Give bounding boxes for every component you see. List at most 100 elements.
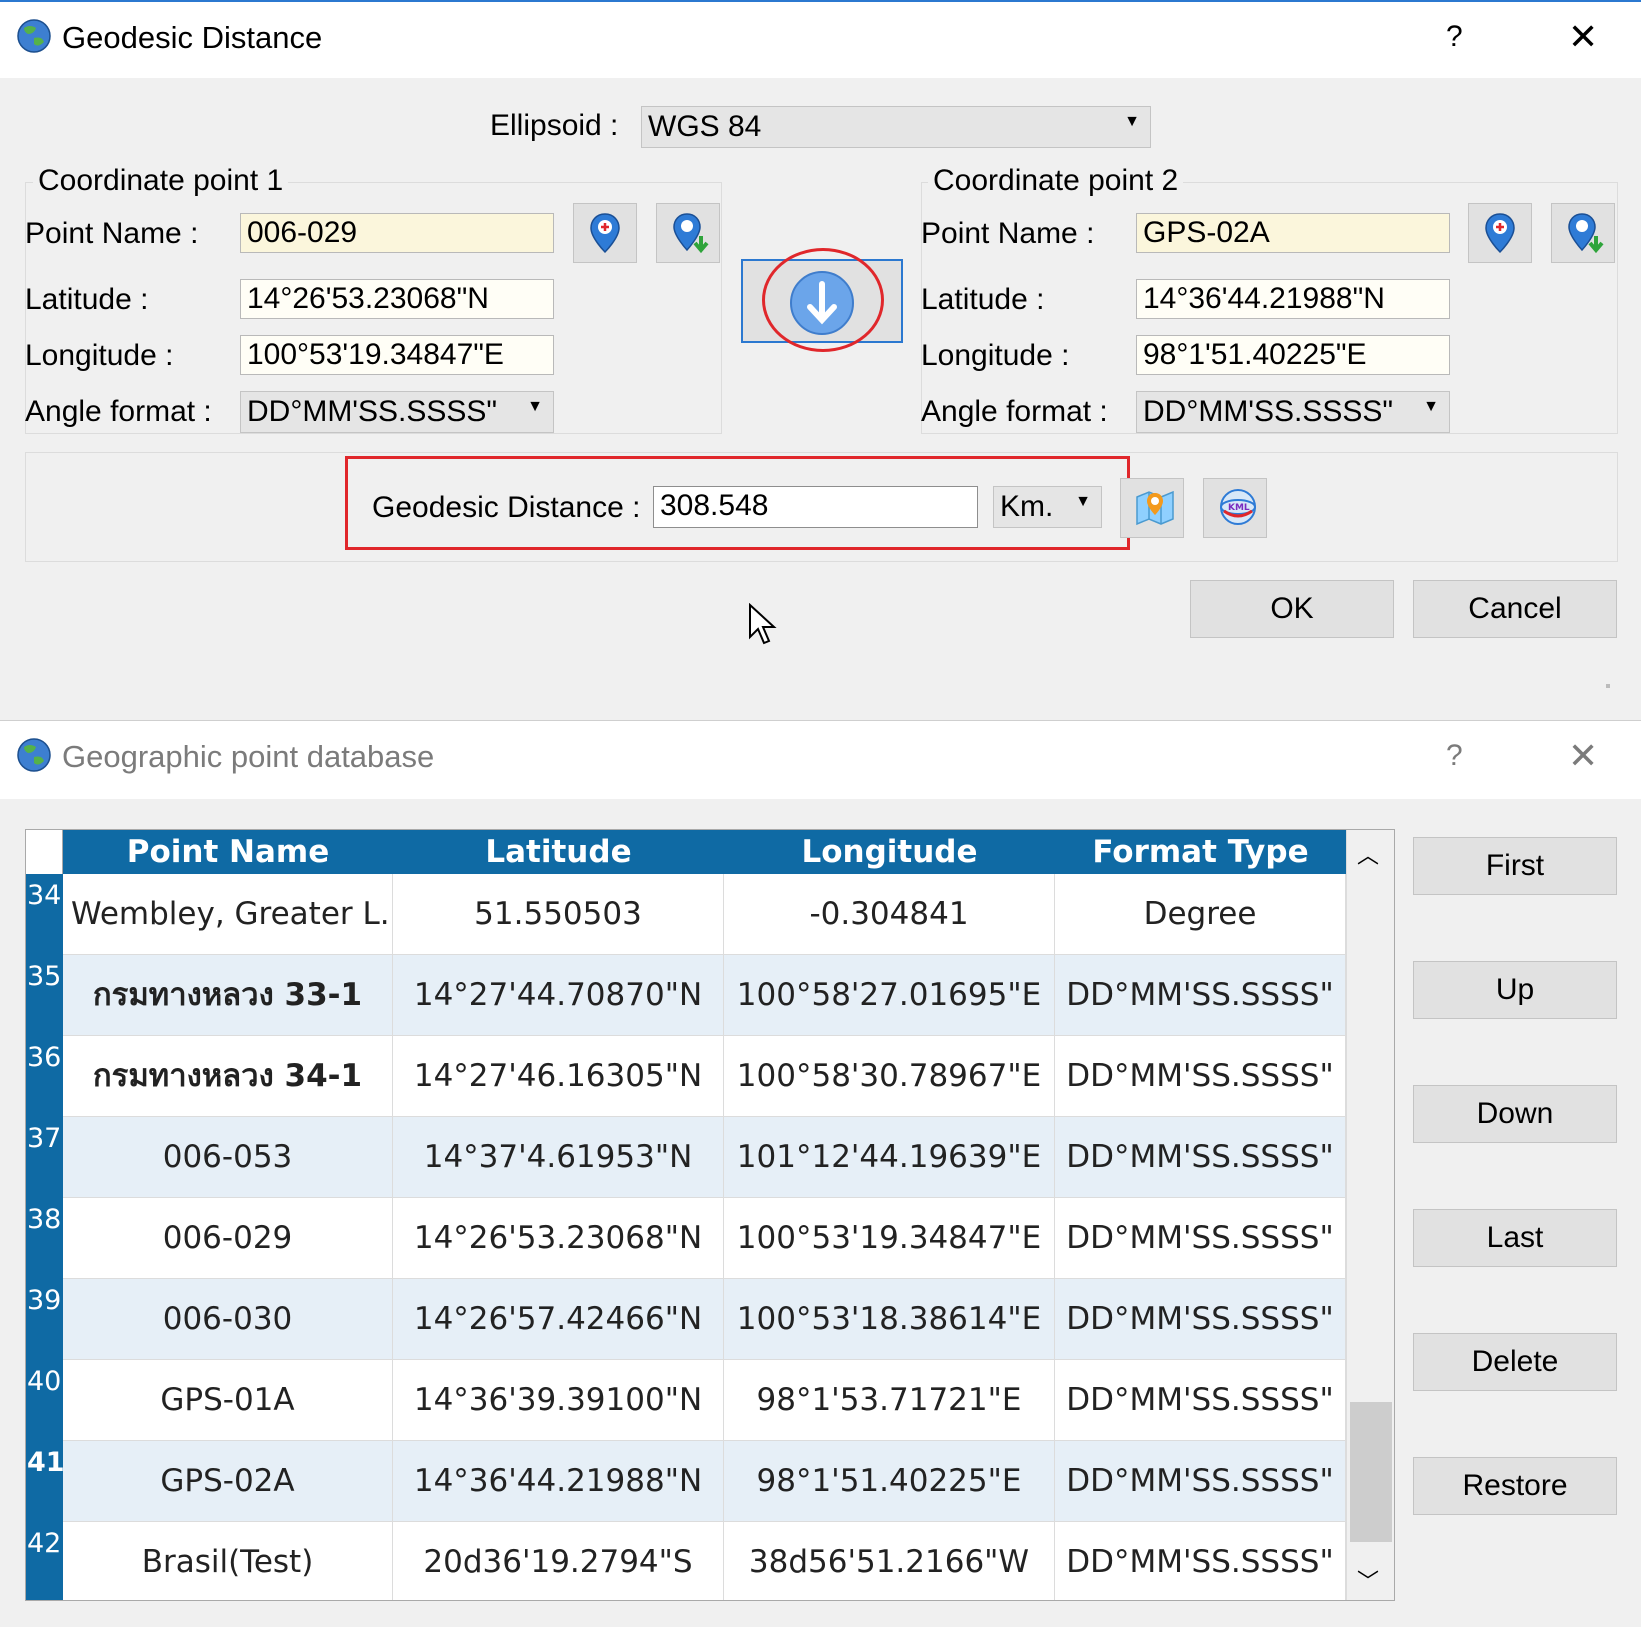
- point2-add-pin-button[interactable]: [1468, 203, 1532, 263]
- cell-longitude[interactable]: 98°1'53.71721"E: [724, 1360, 1055, 1440]
- cell-latitude[interactable]: 14°36'44.21988"N: [393, 1441, 724, 1521]
- cell-format-type[interactable]: Degree: [1055, 874, 1346, 954]
- row-number[interactable]: 34: [26, 880, 63, 911]
- row-number[interactable]: 35: [26, 961, 63, 992]
- help-button[interactable]: ?: [1446, 20, 1463, 54]
- restore-button[interactable]: Restore: [1413, 1457, 1617, 1515]
- point1-longitude-input[interactable]: 100°53'19.34847"E: [240, 335, 554, 375]
- table-row[interactable]: 006-030 14°26'57.42466"N 100°53'18.38614"E…: [63, 1279, 1346, 1360]
- table-row[interactable]: กรมทางหลวง 34-1 14°27'46.16305"N 100°58'30…: [63, 1036, 1346, 1117]
- point1-add-pin-button[interactable]: [573, 203, 637, 263]
- scrollbar-thumb[interactable]: [1350, 1402, 1392, 1542]
- cell-point-name[interactable]: 006-029: [63, 1198, 393, 1278]
- cell-format-type[interactable]: DD°MM'SS.SSSS": [1055, 1117, 1346, 1197]
- point1-name-input[interactable]: 006-029: [240, 213, 554, 253]
- cell-point-name[interactable]: Wembley, Greater L...: [63, 874, 393, 954]
- point2-latitude-input[interactable]: 14°36'44.21988"N: [1136, 279, 1450, 319]
- point2-name-input[interactable]: GPS-02A: [1136, 213, 1450, 253]
- resize-grip[interactable]: [1606, 684, 1610, 688]
- point2-pick-from-database-button[interactable]: [1551, 203, 1615, 263]
- cell-format-type[interactable]: DD°MM'SS.SSSS": [1055, 1279, 1346, 1359]
- ok-button[interactable]: OK: [1190, 580, 1394, 638]
- row-number[interactable]: 42: [26, 1528, 63, 1559]
- point1-angle-format-select[interactable]: DD°MM'SS.SSSS" ▼: [240, 391, 554, 433]
- ellipsoid-select[interactable]: WGS 84 ▼: [641, 106, 1151, 148]
- column-header-latitude[interactable]: Latitude: [393, 834, 724, 870]
- last-button[interactable]: Last: [1413, 1209, 1617, 1267]
- cell-latitude[interactable]: 14°37'4.61953"N: [393, 1117, 724, 1197]
- points-table: Point Name Latitude Longitude Format Typ…: [25, 829, 1395, 1601]
- cell-latitude[interactable]: 14°27'44.70870"N: [393, 955, 724, 1035]
- cell-longitude[interactable]: 100°58'27.01695"E: [724, 955, 1055, 1035]
- point1-pick-from-database-button[interactable]: [656, 203, 720, 263]
- dialog-title: Geographic point database: [62, 739, 435, 774]
- column-header-longitude[interactable]: Longitude: [724, 834, 1055, 870]
- help-button[interactable]: ?: [1446, 739, 1463, 773]
- cell-latitude[interactable]: 20d36'19.2794"S: [393, 1522, 724, 1600]
- cell-format-type[interactable]: DD°MM'SS.SSSS": [1055, 1036, 1346, 1116]
- cell-longitude[interactable]: 38d56'51.2166"W: [724, 1522, 1055, 1600]
- row-number[interactable]: 40: [26, 1366, 63, 1397]
- cell-latitude[interactable]: 14°27'46.16305"N: [393, 1036, 724, 1116]
- down-button[interactable]: Down: [1413, 1085, 1617, 1143]
- cancel-button[interactable]: Cancel: [1413, 580, 1617, 638]
- kml-globe-icon: KML: [1220, 489, 1256, 525]
- cell-point-name[interactable]: Brasil(Test): [63, 1522, 393, 1600]
- point1-longitude-label: Longitude :: [25, 339, 174, 372]
- delete-button[interactable]: Delete: [1413, 1333, 1617, 1391]
- table-row[interactable]: Brasil(Test) 20d36'19.2794"S 38d56'51.2166…: [63, 1522, 1346, 1600]
- point2-longitude-input[interactable]: 98°1'51.40225"E: [1136, 335, 1450, 375]
- point2-angle-format-select[interactable]: DD°MM'SS.SSSS" ▼: [1136, 391, 1450, 433]
- cell-point-name[interactable]: GPS-01A: [63, 1360, 393, 1440]
- show-on-map-button[interactable]: [1120, 478, 1184, 538]
- column-header-format-type[interactable]: Format Type: [1055, 834, 1346, 870]
- cell-format-type[interactable]: DD°MM'SS.SSSS": [1055, 1360, 1346, 1440]
- cell-point-name[interactable]: GPS-02A: [63, 1441, 393, 1521]
- export-kml-button[interactable]: KML: [1203, 478, 1267, 538]
- cell-longitude[interactable]: 98°1'51.40225"E: [724, 1441, 1055, 1521]
- table-row[interactable]: กรมทางหลวง 33-1 14°27'44.70870"N 100°58'27…: [63, 955, 1346, 1036]
- cell-latitude[interactable]: 14°26'53.23068"N: [393, 1198, 724, 1278]
- cell-format-type[interactable]: DD°MM'SS.SSSS": [1055, 1522, 1346, 1600]
- cell-point-name[interactable]: 006-030: [63, 1279, 393, 1359]
- cell-format-type[interactable]: DD°MM'SS.SSSS": [1055, 1441, 1346, 1521]
- cell-latitude[interactable]: 51.550503: [393, 874, 724, 954]
- row-number[interactable]: 39: [26, 1285, 63, 1316]
- vertical-scrollbar[interactable]: ︿ ﹀: [1346, 830, 1394, 1600]
- row-number[interactable]: 41: [26, 1447, 65, 1478]
- row-number[interactable]: 36: [26, 1042, 63, 1073]
- table-row[interactable]: Wembley, Greater L... 51.550503 -0.304841 D…: [63, 874, 1346, 955]
- row-number[interactable]: 37: [26, 1123, 63, 1154]
- first-button[interactable]: First: [1413, 837, 1617, 895]
- table-row[interactable]: 006-029 14°26'53.23068"N 100°53'19.34847"E…: [63, 1198, 1346, 1279]
- cell-longitude[interactable]: 100°58'30.78967"E: [724, 1036, 1055, 1116]
- cell-longitude[interactable]: 100°53'18.38614"E: [724, 1279, 1055, 1359]
- cell-longitude[interactable]: -0.304841: [724, 874, 1055, 954]
- cell-point-name[interactable]: 006-053: [63, 1117, 393, 1197]
- geodesic-distance-output[interactable]: 308.548: [653, 486, 978, 528]
- chevron-down-icon[interactable]: ﹀: [1357, 1564, 1379, 1596]
- cell-longitude[interactable]: 101°12'44.19639"E: [724, 1117, 1055, 1197]
- point1-latitude-input[interactable]: 14°26'53.23068"N: [240, 279, 554, 319]
- table-row[interactable]: GPS-02A 14°36'44.21988"N 98°1'51.40225"E DD…: [63, 1441, 1346, 1522]
- row-number[interactable]: 38: [26, 1204, 63, 1235]
- column-header-point-name[interactable]: Point Name: [63, 834, 393, 870]
- cell-format-type[interactable]: DD°MM'SS.SSSS": [1055, 1198, 1346, 1278]
- distance-unit-select[interactable]: Km. ▼: [993, 486, 1102, 528]
- cell-format-type[interactable]: DD°MM'SS.SSSS": [1055, 955, 1346, 1035]
- cell-longitude[interactable]: 100°53'19.34847"E: [724, 1198, 1055, 1278]
- up-button[interactable]: Up: [1413, 961, 1617, 1019]
- dropdown-arrow-icon: ▼: [1423, 398, 1439, 415]
- close-button[interactable]: ✕: [1568, 735, 1598, 777]
- table-row[interactable]: GPS-01A 14°36'39.39100"N 98°1'53.71721"E DD…: [63, 1360, 1346, 1441]
- table-row[interactable]: 006-053 14°37'4.61953"N 101°12'44.19639"E D…: [63, 1117, 1346, 1198]
- cell-point-name[interactable]: กรมทางหลวง 34-1: [63, 1036, 393, 1116]
- chevron-up-icon[interactable]: ︿: [1357, 838, 1379, 870]
- cell-latitude[interactable]: 14°26'57.42466"N: [393, 1279, 724, 1359]
- close-button[interactable]: ✕: [1568, 16, 1598, 58]
- cell-point-name[interactable]: กรมทางหลวง 33-1: [63, 955, 393, 1035]
- cell-latitude[interactable]: 14°36'39.39100"N: [393, 1360, 724, 1440]
- point2-angle-format-value: DD°MM'SS.SSSS": [1143, 395, 1394, 428]
- highlight-circle: [762, 248, 884, 352]
- point1-angle-format-value: DD°MM'SS.SSSS": [247, 395, 498, 428]
